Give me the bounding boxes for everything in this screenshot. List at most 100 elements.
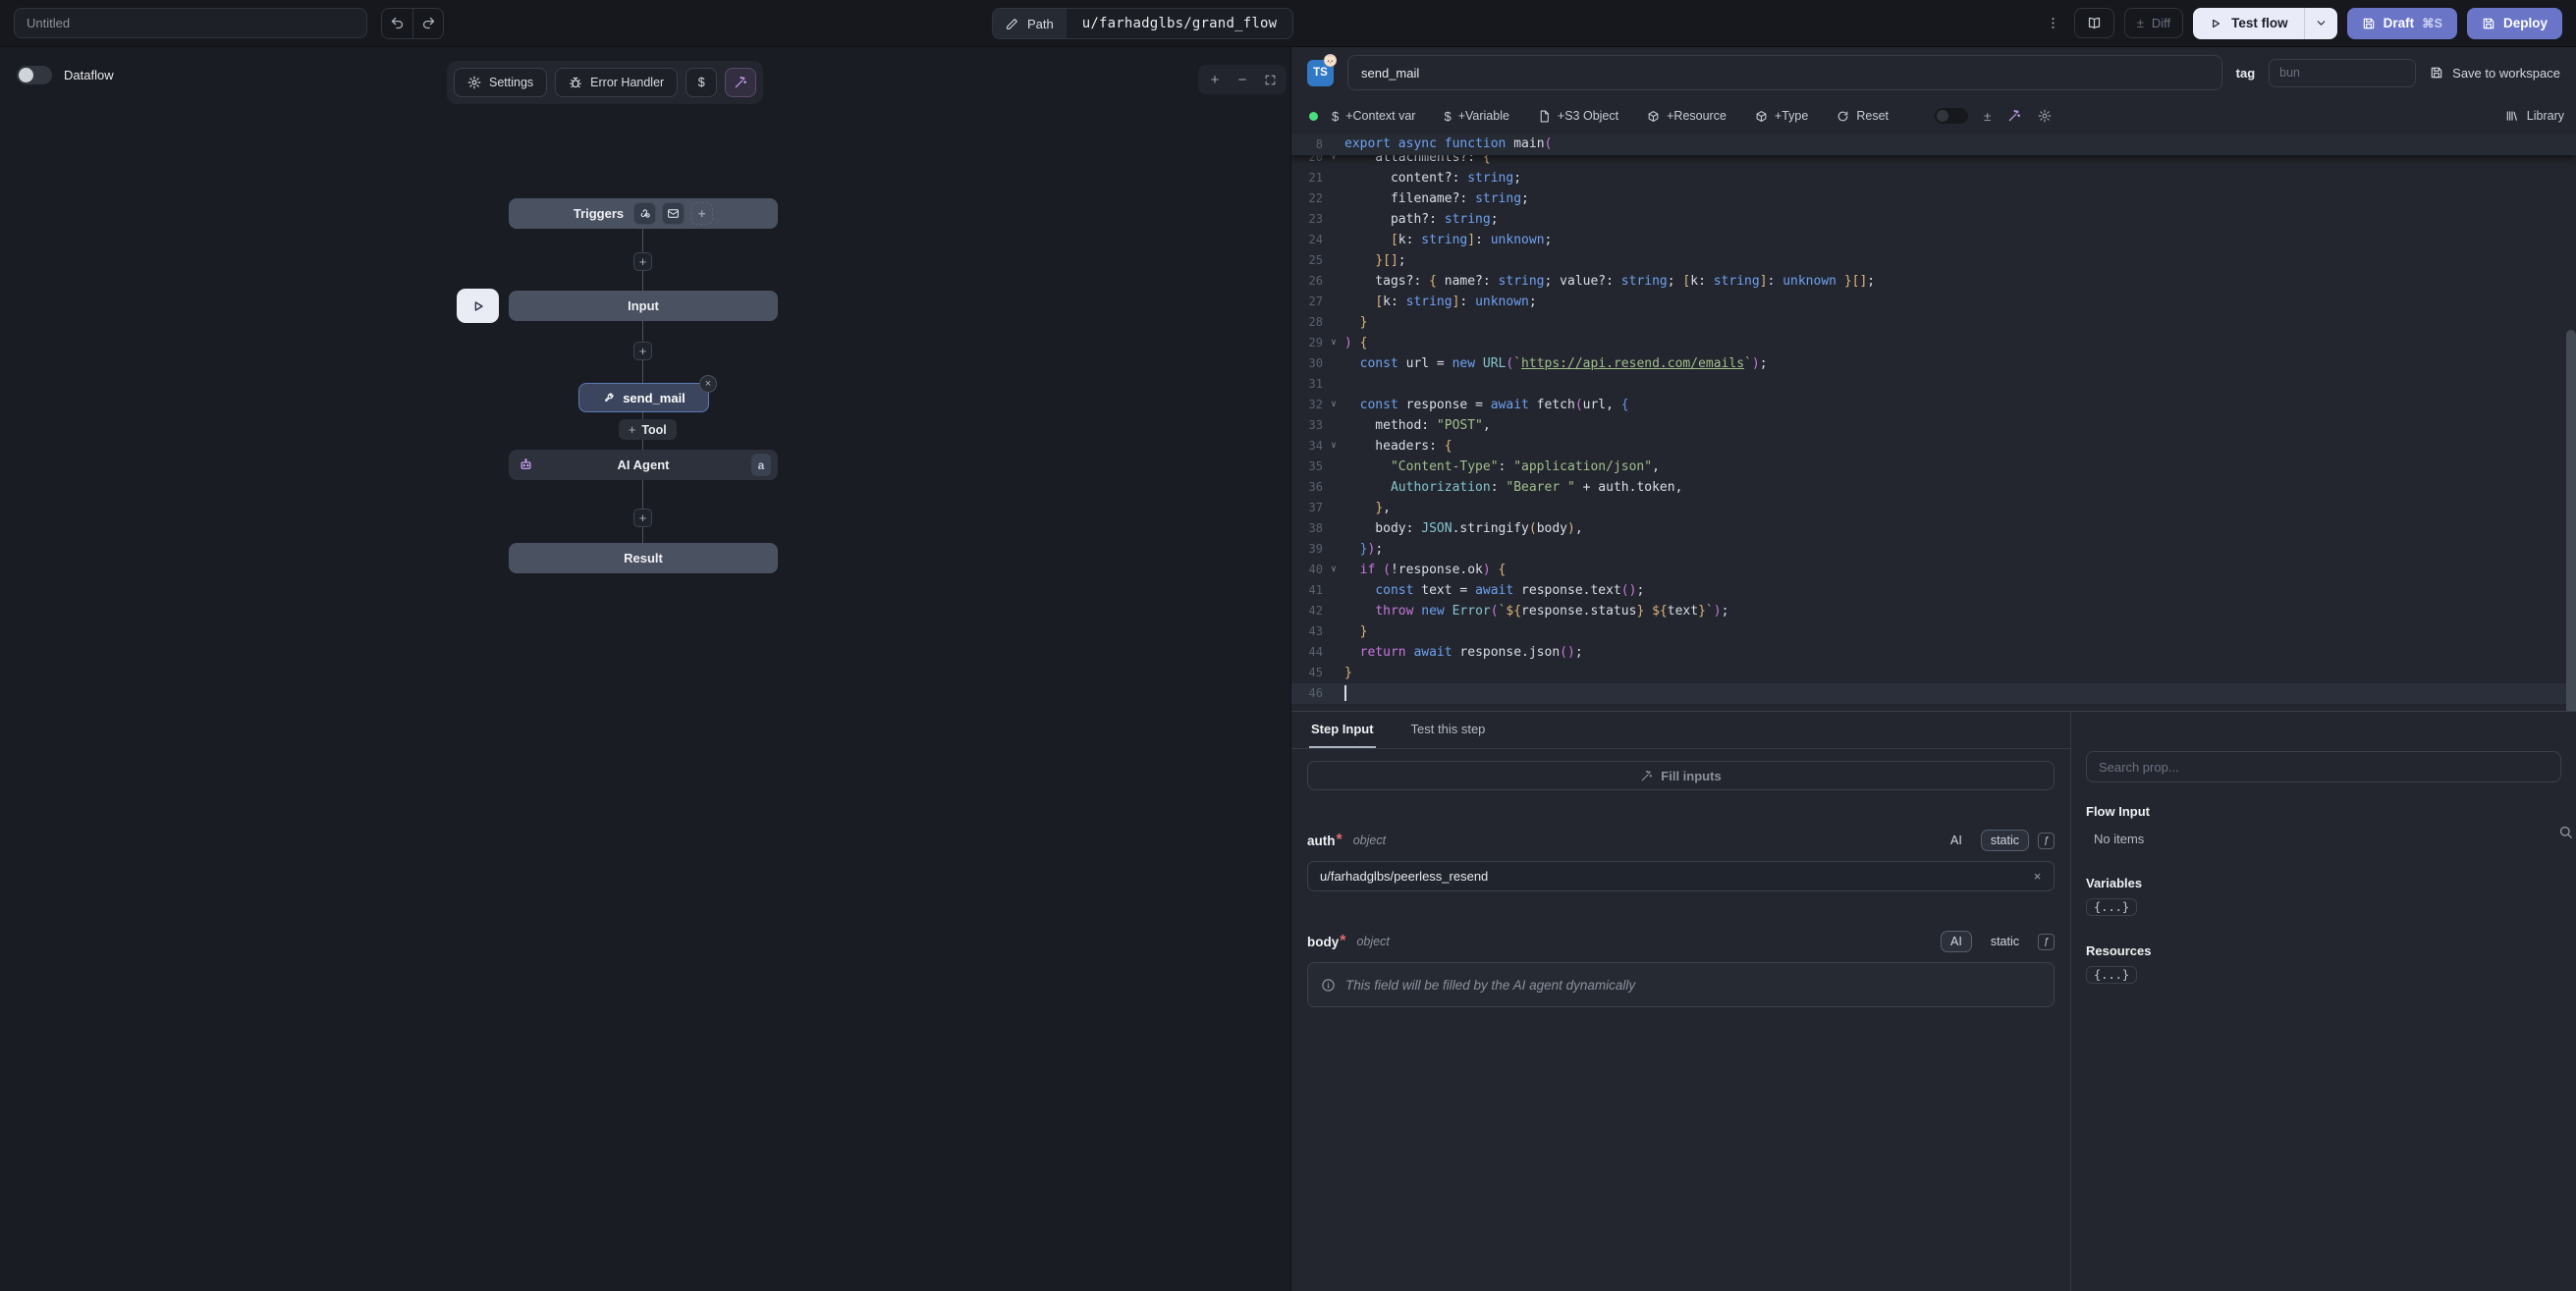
code-line[interactable]: 32∨ const response = await fetch(url, { bbox=[1291, 395, 2576, 415]
tab-test-this-step[interactable]: Test this step bbox=[1409, 712, 1488, 748]
dollar-button[interactable]: $ bbox=[685, 68, 717, 97]
clear-auth-button[interactable]: × bbox=[2029, 868, 2046, 885]
dataflow-toggle[interactable]: Dataflow bbox=[17, 66, 114, 84]
diff-expand-button[interactable]: ± bbox=[1984, 109, 1991, 124]
add-tool-button[interactable]: + Tool bbox=[619, 419, 677, 440]
add-variable-button[interactable]: $ +Variable bbox=[1444, 109, 1508, 124]
step-name-input[interactable] bbox=[1347, 55, 2222, 90]
code-line[interactable]: 40∨ if (!response.ok) { bbox=[1291, 560, 2576, 580]
fold-chevron-icon[interactable]: ∨ bbox=[1323, 395, 1344, 415]
insert-step-button-bottom[interactable]: + bbox=[633, 509, 652, 527]
code-line[interactable]: 30 const url = new URL(`https://api.rese… bbox=[1291, 353, 2576, 374]
insert-step-button-top[interactable]: + bbox=[633, 252, 652, 271]
code-line[interactable]: 36 Authorization: "Bearer " + auth.token… bbox=[1291, 477, 2576, 498]
zoom-in-button[interactable]: + bbox=[1203, 68, 1227, 91]
triggers-node[interactable]: Triggers + bbox=[509, 198, 778, 229]
resources-badge[interactable]: {...} bbox=[2086, 966, 2137, 984]
toggle-switch[interactable] bbox=[17, 66, 52, 84]
path-display[interactable]: Path u/farhadglbs/grand_flow bbox=[992, 8, 1293, 39]
fold-chevron-icon[interactable]: ∨ bbox=[1323, 436, 1344, 457]
code-line[interactable]: 42 throw new Error(`${response.status} $… bbox=[1291, 601, 2576, 621]
email-trigger-chip[interactable] bbox=[662, 202, 685, 225]
code-line[interactable]: 27 [k: string]: unknown; bbox=[1291, 292, 2576, 312]
error-handler-button[interactable]: Error Handler bbox=[555, 68, 678, 97]
insert-step-button-middle[interactable]: + bbox=[633, 342, 652, 360]
test-flow-dropdown[interactable] bbox=[2304, 8, 2337, 39]
editor-settings-button[interactable] bbox=[2038, 109, 2052, 123]
variables-badge[interactable]: {...} bbox=[2086, 898, 2137, 916]
result-node[interactable]: Result bbox=[509, 543, 778, 573]
fold-gutter bbox=[1323, 292, 1344, 312]
prop-search-input[interactable] bbox=[2086, 751, 2561, 782]
zoom-out-button[interactable]: − bbox=[1231, 68, 1254, 91]
code-line[interactable]: 31 bbox=[1291, 374, 2576, 395]
code-line[interactable]: 28 } bbox=[1291, 312, 2576, 333]
body-mode-ai[interactable]: AI bbox=[1941, 931, 1972, 952]
ai-agent-node[interactable]: AI Agent a bbox=[509, 450, 778, 480]
ai-wand-button[interactable] bbox=[725, 68, 756, 97]
test-flow-button[interactable]: Test flow bbox=[2193, 8, 2304, 39]
code-line[interactable]: 33 method: "POST", bbox=[1291, 415, 2576, 436]
tab-step-input[interactable]: Step Input bbox=[1309, 712, 1376, 748]
code-lines[interactable]: 20∨ attachments?: {21 content?: string;2… bbox=[1291, 134, 2576, 704]
body-mode-static[interactable]: static bbox=[1981, 931, 2029, 952]
auth-mode-static[interactable]: static bbox=[1981, 830, 2029, 851]
code-line[interactable]: 26 tags?: { name?: string; value?: strin… bbox=[1291, 271, 2576, 292]
fold-chevron-icon[interactable]: ∨ bbox=[1323, 560, 1344, 580]
code-editor[interactable]: 8export async function main( 20∨ attachm… bbox=[1291, 134, 2576, 711]
redo-button[interactable] bbox=[412, 9, 443, 38]
fill-inputs-button[interactable]: Fill inputs bbox=[1307, 761, 2055, 790]
code-line[interactable]: 34∨ headers: { bbox=[1291, 436, 2576, 457]
diff-button[interactable]: ± Diff bbox=[2124, 8, 2183, 38]
code-line[interactable]: 39 }); bbox=[1291, 539, 2576, 560]
deploy-button[interactable]: Deploy bbox=[2467, 8, 2562, 39]
settings-button[interactable]: Settings bbox=[454, 68, 547, 97]
code-line[interactable]: 38 body: JSON.stringify(body), bbox=[1291, 518, 2576, 539]
editor-scrollbar[interactable] bbox=[2566, 330, 2576, 711]
send-mail-node[interactable]: send_mail bbox=[578, 383, 709, 412]
code-line[interactable]: 25 }[]; bbox=[1291, 250, 2576, 271]
code-line[interactable]: 23 path?: string; bbox=[1291, 209, 2576, 230]
code-line[interactable]: 8export async function main( bbox=[1291, 134, 2576, 155]
add-type-button[interactable]: +Type bbox=[1755, 109, 1808, 123]
add-trigger-chip[interactable]: + bbox=[690, 202, 713, 225]
draft-button[interactable]: Draft ⌘S bbox=[2347, 8, 2457, 39]
flow-canvas[interactable]: Dataflow Settings Error Handler $ + − bbox=[0, 47, 1291, 1291]
auth-mode-ai[interactable]: AI bbox=[1941, 830, 1972, 851]
add-context-var-button[interactable]: $ +Context var bbox=[1332, 109, 1415, 124]
code-line[interactable]: 24 [k: string]: unknown; bbox=[1291, 230, 2576, 250]
code-line[interactable]: 43 } bbox=[1291, 621, 2576, 642]
flow-name-input[interactable] bbox=[14, 8, 367, 38]
code-line[interactable]: 44 return await response.json(); bbox=[1291, 642, 2576, 663]
prop-picker-search-button[interactable] bbox=[2557, 824, 2574, 840]
diff-mode-toggle[interactable] bbox=[1935, 108, 1968, 124]
code-line[interactable]: 35 "Content-Type": "application/json", bbox=[1291, 457, 2576, 477]
reset-code-button[interactable]: Reset bbox=[1836, 109, 1889, 123]
auth-resource-input[interactable] bbox=[1307, 861, 2055, 891]
code-line[interactable]: 22 filename?: string; bbox=[1291, 188, 2576, 209]
code-line[interactable]: 21 content?: string; bbox=[1291, 168, 2576, 188]
run-input-button[interactable] bbox=[457, 289, 499, 323]
ai-assist-button[interactable] bbox=[2007, 109, 2021, 123]
tag-input[interactable] bbox=[2269, 59, 2416, 87]
fold-chevron-icon[interactable]: ∨ bbox=[1323, 333, 1344, 353]
code-line[interactable]: 29∨) { bbox=[1291, 333, 2576, 353]
webhook-trigger-chip[interactable] bbox=[633, 202, 656, 225]
add-s3-object-button[interactable]: +S3 Object bbox=[1538, 109, 1618, 123]
docs-button[interactable] bbox=[2074, 8, 2114, 38]
code-line[interactable]: 45} bbox=[1291, 663, 2576, 683]
code-line[interactable]: 46 bbox=[1291, 683, 2576, 704]
fit-view-button[interactable] bbox=[1258, 68, 1282, 91]
expression-editor-button[interactable]: ƒ bbox=[2038, 833, 2055, 849]
undo-button[interactable] bbox=[382, 9, 412, 38]
delete-send-mail-button[interactable]: × bbox=[699, 375, 717, 393]
library-button[interactable]: Library bbox=[2505, 109, 2564, 123]
code-line[interactable]: 37 }, bbox=[1291, 498, 2576, 518]
expression-editor-button[interactable]: ƒ bbox=[2038, 934, 2055, 950]
save-to-workspace-button[interactable]: Save to workspace bbox=[2430, 66, 2560, 81]
sticky-code-line[interactable]: 8export async function main( bbox=[1291, 134, 2576, 155]
code-line[interactable]: 41 const text = await response.text(); bbox=[1291, 580, 2576, 601]
more-menu-button[interactable] bbox=[2042, 16, 2064, 30]
input-node[interactable]: Input bbox=[509, 291, 778, 321]
add-resource-button[interactable]: +Resource bbox=[1647, 109, 1726, 123]
